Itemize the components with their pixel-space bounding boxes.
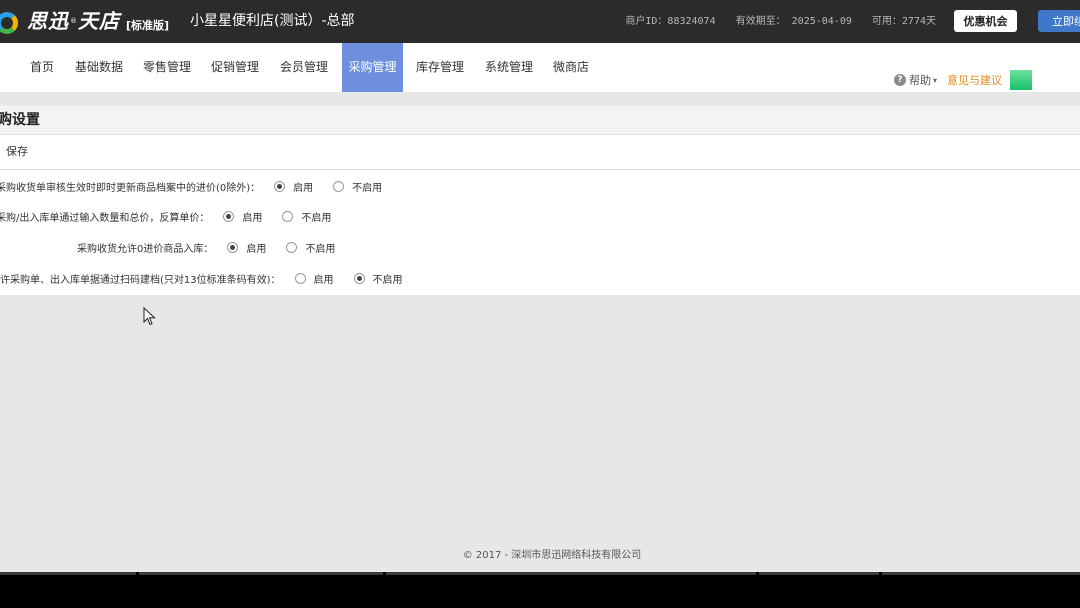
- save-button[interactable]: 保存: [6, 135, 28, 168]
- status-indicator[interactable]: [1010, 70, 1033, 90]
- top-bar: 思迅 ® 天店 [标准版] 小星星便利店(测试）-总部 商户ID：8832407…: [0, 0, 1080, 43]
- merchant-id: 商户ID：88324074: [625, 16, 716, 27]
- setting-label: 采购收货单审核生效时即时更新商品档案中的进价(0除外)：: [0, 182, 261, 194]
- radio-enable[interactable]: [227, 241, 239, 253]
- logo[interactable]: 思迅 ® 天店 [标准版]: [0, 7, 169, 35]
- expiry-date: 有效期至： 2025-04-09: [735, 16, 852, 27]
- nav-basic-data[interactable]: 基础数据: [70, 43, 128, 92]
- nav-retail[interactable]: 零售管理: [138, 43, 196, 92]
- help-menu[interactable]: 帮助: [909, 72, 931, 88]
- radio-disable[interactable]: [353, 272, 365, 284]
- nav-system[interactable]: 系统管理: [480, 43, 538, 92]
- panel-header: 购设置: [0, 106, 1080, 135]
- page-title: 购设置: [0, 112, 40, 128]
- nav-home[interactable]: 首页: [20, 43, 64, 92]
- nav-micro-store[interactable]: 微商店: [548, 43, 594, 92]
- taskbar-segment: [139, 572, 383, 575]
- feedback-link[interactable]: 意见与建议: [947, 72, 1002, 88]
- nav-promotion[interactable]: 促销管理: [206, 43, 264, 92]
- option-label: 启用: [242, 212, 263, 224]
- radio-enable[interactable]: [274, 180, 286, 192]
- help-circle-icon[interactable]: ?: [894, 74, 906, 86]
- option-label: 不启用: [372, 274, 403, 286]
- sixun-logo-icon: [0, 8, 22, 34]
- setting-label: 采购收货允许0进价商品入库：: [77, 243, 214, 255]
- option-label: 启用: [313, 274, 334, 286]
- option-label: 不启用: [301, 212, 332, 224]
- copyright-footer: © 2017 - 深圳市思迅网络科技有限公司: [462, 550, 642, 561]
- radio-disable[interactable]: [333, 180, 345, 192]
- taskbar-segment: [386, 572, 756, 575]
- setting-row-reverse-price: 采购/出入库单通过输入数量和总价，反算单价： 启用 不启用: [0, 206, 331, 226]
- setting-label: 采购/出入库单通过输入数量和总价，反算单价：: [0, 212, 210, 224]
- chevron-down-icon[interactable]: ▾: [933, 76, 937, 85]
- setting-row-update-cost: 采购收货单审核生效时即时更新商品档案中的进价(0除外)： 启用 不启用: [0, 176, 382, 196]
- edition-label: [标准版]: [126, 19, 170, 32]
- logo-registered-mark: ®: [70, 17, 77, 25]
- main-nav: 首页 基础数据 零售管理 促销管理 会员管理 采购管理 库存管理 系统管理 微商…: [0, 43, 1080, 92]
- renew-button[interactable]: 立即续费: [1038, 10, 1080, 32]
- nav-purchase[interactable]: 采购管理: [342, 43, 403, 92]
- option-label: 不启用: [305, 243, 336, 255]
- setting-row-scan-create: 允许采购单、出入库单据通过扫码建档(只对13位标准条码有效)： 启用 不启用: [0, 268, 403, 288]
- radio-enable[interactable]: [294, 272, 306, 284]
- logo-text-2: 天店: [78, 9, 120, 33]
- logo-text-1: 思迅: [27, 9, 69, 33]
- radio-disable[interactable]: [282, 210, 294, 222]
- toolbar: 保存: [0, 135, 1080, 170]
- mouse-pointer-icon: [143, 307, 156, 326]
- option-label: 启用: [293, 182, 314, 194]
- radio-enable[interactable]: [223, 210, 235, 222]
- radio-disable[interactable]: [286, 241, 298, 253]
- taskbar-segment: [882, 572, 1080, 575]
- nav-inventory[interactable]: 库存管理: [411, 43, 469, 92]
- store-name: 小星星便利店(测试）-总部: [190, 13, 355, 29]
- merchant-info: 商户ID：88324074 有效期至： 2025-04-09 可用：2774天: [611, 0, 936, 43]
- option-label: 启用: [246, 243, 267, 255]
- setting-label: 允许采购单、出入库单据通过扫码建档(只对13位标准条码有效)：: [0, 274, 281, 286]
- taskbar: [0, 572, 1080, 608]
- offer-button[interactable]: 优惠机会: [954, 10, 1017, 32]
- nav-member[interactable]: 会员管理: [275, 43, 333, 92]
- taskbar-segment: [759, 572, 879, 575]
- setting-row-zero-cost: 采购收货允许0进价商品入库： 启用 不启用: [77, 237, 335, 257]
- purchase-settings-panel: 购设置 保存 采购收货单审核生效时即时更新商品档案中的进价(0除外)： 启用 不…: [0, 106, 1080, 295]
- available-days: 可用：2774天: [871, 16, 936, 27]
- taskbar-segment: [0, 572, 136, 575]
- option-label: 不启用: [352, 182, 383, 194]
- nav-right-tools: ? 帮助 ▾ 意见与建议: [894, 69, 1033, 91]
